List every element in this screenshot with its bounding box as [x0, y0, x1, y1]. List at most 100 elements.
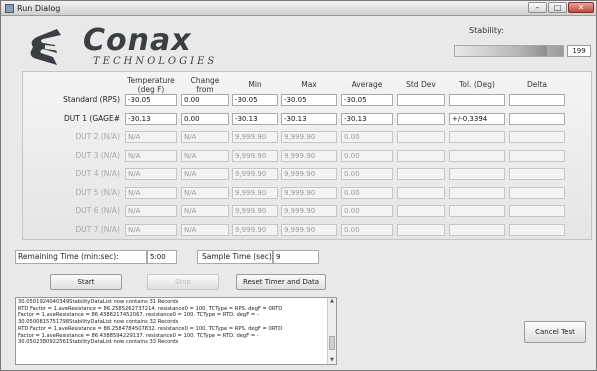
maximize-button[interactable]: □ — [548, 2, 567, 13]
stability-progress-bar — [454, 45, 564, 57]
table-cell[interactable] — [509, 186, 565, 199]
window-icon — [5, 4, 14, 13]
table-cell[interactable] — [509, 112, 565, 125]
table-cell[interactable]: 0.00 — [341, 223, 393, 236]
log-line: RTD Factor = 1.aveResistance = 86.258478… — [18, 325, 283, 332]
table-cell[interactable]: 0.00 — [341, 131, 393, 143]
table-cell[interactable]: +/-0.3394 — [449, 112, 505, 125]
table-cell[interactable] — [397, 149, 445, 162]
log-textarea[interactable]: 30.0501924040349StabilityDataList now co… — [15, 297, 337, 365]
table-cell[interactable] — [397, 94, 445, 106]
table-cell[interactable] — [449, 131, 505, 143]
table-cell[interactable]: -30.13 — [281, 112, 337, 125]
table-cell[interactable] — [449, 186, 505, 199]
table-cell[interactable]: -30.05 — [125, 94, 177, 106]
table-cell[interactable]: N/A — [181, 149, 229, 162]
close-button[interactable]: ✕ — [568, 2, 594, 13]
table-cell[interactable]: N/A — [181, 131, 229, 143]
column-header: Min — [248, 80, 262, 89]
table-cell[interactable] — [509, 223, 565, 236]
table-cell[interactable] — [509, 94, 565, 106]
table-cell[interactable] — [449, 223, 505, 236]
table-cell[interactable]: 0.00 — [341, 205, 393, 217]
stability-label: Stability: — [469, 26, 504, 35]
table-cell[interactable]: N/A — [125, 205, 177, 217]
table-cell[interactable] — [509, 205, 565, 217]
table-cell[interactable] — [449, 205, 505, 217]
table-cell[interactable] — [449, 168, 505, 180]
column-header: Delta — [526, 80, 547, 89]
table-cell[interactable]: 9,999.90 — [281, 223, 337, 236]
table-cell[interactable]: 9,999.90 — [281, 131, 337, 143]
table-cell[interactable]: N/A — [181, 223, 229, 236]
table-cell[interactable] — [397, 112, 445, 125]
row-label: Standard (RPS) — [63, 95, 120, 104]
row-label: DUT 2 (N/A) — [75, 132, 120, 141]
table-cell[interactable]: 9,999.90 — [232, 205, 278, 217]
table-cell[interactable]: 9,999.90 — [281, 186, 337, 199]
table-cell[interactable]: 0.00 — [181, 112, 229, 125]
table-cell[interactable] — [509, 149, 565, 162]
table-cell[interactable] — [509, 168, 565, 180]
table-cell[interactable] — [509, 131, 565, 143]
table-cell[interactable] — [397, 205, 445, 217]
table-cell[interactable]: -30.13 — [125, 112, 177, 125]
table-cell[interactable]: 9,999.90 — [281, 149, 337, 162]
logo-subtitle: TECHNOLOGIES — [93, 56, 218, 67]
cancel-test-button[interactable]: Cancel Test — [524, 321, 586, 343]
table-cell[interactable]: 0.00 — [341, 168, 393, 180]
row-label: DUT 7 (N/A) — [75, 224, 120, 234]
row-label: DUT 6 (N/A) — [75, 206, 120, 215]
scroll-down-icon[interactable]: ▼ — [329, 357, 335, 364]
stability-progress-fill — [455, 46, 547, 56]
table-cell[interactable]: 9,999.90 — [232, 131, 278, 143]
table-cell[interactable] — [397, 131, 445, 143]
log-line: Factor = 1.aveResistance = 86.4388594229… — [18, 332, 259, 339]
table-cell[interactable]: -30.13 — [341, 112, 393, 125]
table-cell[interactable]: 9,999.90 — [232, 223, 278, 236]
table-cell[interactable]: -30.13 — [232, 112, 278, 125]
table-cell[interactable]: N/A — [181, 168, 229, 180]
table-cell[interactable]: 9,999.90 — [232, 186, 278, 199]
table-cell[interactable]: N/A — [181, 186, 229, 199]
table-cell[interactable] — [397, 186, 445, 199]
table-cell[interactable]: 9,999.90 — [232, 149, 278, 162]
table-cell[interactable]: N/A — [125, 168, 177, 180]
table-cell[interactable]: N/A — [125, 186, 177, 199]
minimize-button[interactable]: – — [528, 2, 547, 13]
table-cell[interactable]: 9,999.90 — [232, 168, 278, 180]
remaining-time-label: Remaining Time (min:sec): — [18, 252, 119, 261]
log-text: 30.0501924040349StabilityDataList now co… — [18, 299, 324, 346]
scroll-up-icon[interactable]: ▲ — [329, 298, 335, 305]
table-cell[interactable]: N/A — [125, 149, 177, 162]
table-cell[interactable]: 9,999.90 — [281, 168, 337, 180]
table-cell[interactable]: N/A — [125, 223, 177, 236]
table-cell[interactable]: -30.05 — [341, 94, 393, 106]
log-scrollbar[interactable]: ▲ ▼ — [327, 298, 336, 364]
start-button[interactable]: Start — [50, 274, 122, 290]
remaining-time-field[interactable]: 5:00 — [147, 250, 177, 264]
column-header: Max — [301, 80, 317, 89]
stop-button[interactable]: Stop — [147, 274, 219, 290]
scroll-thumb[interactable] — [329, 336, 335, 350]
table-cell[interactable] — [449, 94, 505, 106]
readings-table: Temperature (deg F)Change from PreviousM… — [22, 71, 592, 240]
conax-logo: Conax TECHNOLOGIES — [27, 23, 217, 69]
table-cell[interactable]: 0.00 — [341, 149, 393, 162]
table-cell[interactable] — [449, 149, 505, 162]
logo-wordmark: Conax — [83, 23, 192, 58]
table-cell[interactable]: 0.00 — [341, 186, 393, 199]
table-cell[interactable] — [397, 168, 445, 180]
table-cell[interactable]: 0.00 — [181, 94, 229, 106]
table-cell[interactable]: N/A — [125, 131, 177, 143]
sample-time-field[interactable]: 9 — [273, 250, 319, 264]
column-header: Std Dev — [406, 80, 436, 89]
table-cell[interactable]: N/A — [181, 205, 229, 217]
table-cell[interactable] — [397, 223, 445, 236]
title-bar: Run Dialog – □ ✕ — [1, 1, 596, 16]
table-cell[interactable]: -30.05 — [232, 94, 278, 106]
run-dialog-window: Run Dialog – □ ✕ Conax TECHNOLOGIES Stab… — [0, 0, 597, 371]
reset-timer-button[interactable]: Reset Timer and Data — [236, 274, 326, 290]
table-cell[interactable]: 9,999.90 — [281, 205, 337, 217]
table-cell[interactable]: -30.05 — [281, 94, 337, 106]
